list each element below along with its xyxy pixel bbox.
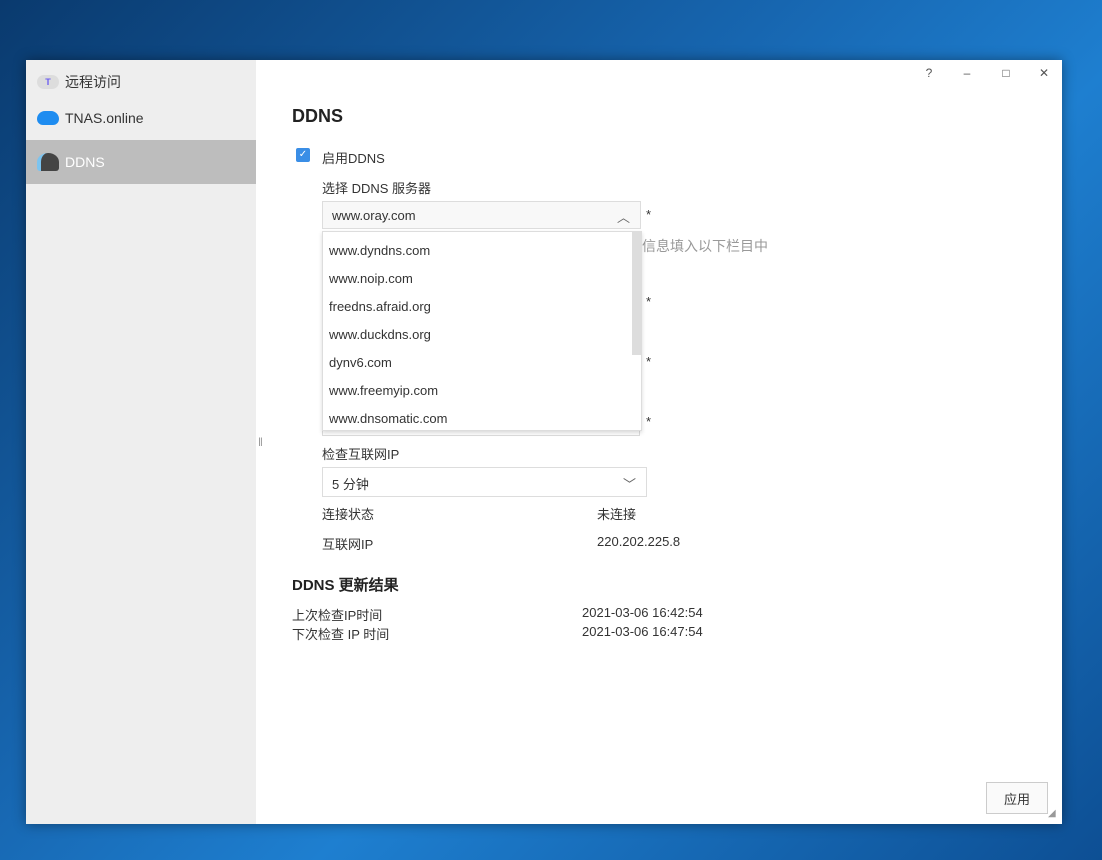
ddns-icon <box>37 153 59 171</box>
remote-access-icon: T <box>37 73 59 91</box>
check-ip-select[interactable]: 5 分钟 ﹀ <box>322 467 647 497</box>
sidebar-item-label: 远程访问 <box>65 74 121 90</box>
sidebar-item-label: TNAS.online <box>65 110 144 126</box>
required-mark: * <box>646 207 652 222</box>
next-check-label: 下次检查 IP 时间 <box>292 627 390 642</box>
last-check-value: 2021-03-06 16:42:54 <box>582 605 703 620</box>
close-button[interactable]: ✕ <box>1034 66 1054 80</box>
hint-text: 信息填入以下栏目中 <box>642 238 768 254</box>
option-duckdns[interactable]: www.duckdns.org <box>329 327 431 342</box>
app-window: T 远程访问 TNAS.online DDNS ? – □ ✕ DDNS ✓ 启… <box>26 60 1062 824</box>
results-title: DDNS 更新结果 <box>292 577 399 594</box>
enable-ddns-label: 启用DDNS <box>322 151 385 166</box>
ip-label: 互联网IP <box>322 537 374 552</box>
check-ip-value: 5 分钟 <box>332 477 369 492</box>
sidebar: T 远程访问 TNAS.online DDNS <box>26 60 256 824</box>
resize-grip-icon[interactable]: ◢ <box>1048 808 1056 819</box>
chevron-down-icon: ﹀ <box>622 477 636 492</box>
maximize-button[interactable]: □ <box>996 66 1016 80</box>
cloud-icon <box>37 109 59 127</box>
page-title: DDNS <box>292 106 344 126</box>
required-mark: * <box>646 414 652 429</box>
dropdown-scrollbar[interactable] <box>632 232 641 355</box>
check-ip-label: 检查互联网IP <box>322 447 400 462</box>
status-label: 连接状态 <box>322 507 375 522</box>
server-label: 选择 DDNS 服务器 <box>322 181 432 196</box>
option-dynv6[interactable]: dynv6.com <box>329 355 392 370</box>
enable-ddns-checkbox[interactable]: ✓ <box>296 148 310 162</box>
sidebar-item-ddns[interactable]: DDNS <box>26 140 256 184</box>
option-freemyip[interactable]: www.freemyip.com <box>329 383 438 398</box>
last-check-label: 上次检查IP时间 <box>292 608 383 623</box>
sidebar-resize-handle[interactable]: ‖ <box>258 435 263 449</box>
chevron-up-icon: ︿ <box>616 210 630 225</box>
ip-value: 220.202.225.8 <box>597 534 681 549</box>
option-dyndns[interactable]: www.dyndns.com <box>329 243 430 258</box>
server-dropdown-list: www.dyndns.com www.noip.com freedns.afra… <box>322 231 642 431</box>
server-select-value: www.oray.com <box>332 208 416 223</box>
next-check-value: 2021-03-06 16:47:54 <box>582 624 703 639</box>
required-mark: * <box>646 294 652 309</box>
sidebar-item-tnas-online[interactable]: TNAS.online <box>26 96 256 140</box>
required-mark: * <box>646 354 652 369</box>
minimize-button[interactable]: – <box>957 66 977 80</box>
sidebar-item-label: DDNS <box>65 154 105 170</box>
apply-button[interactable]: 应用 <box>986 782 1048 814</box>
help-button[interactable]: ? <box>919 66 939 80</box>
option-noip[interactable]: www.noip.com <box>329 271 413 286</box>
status-value: 未连接 <box>597 507 637 522</box>
option-dnsomatic[interactable]: www.dnsomatic.com <box>329 411 447 426</box>
server-select[interactable]: www.oray.com ︿ <box>322 201 641 229</box>
option-freedns[interactable]: freedns.afraid.org <box>329 299 431 314</box>
